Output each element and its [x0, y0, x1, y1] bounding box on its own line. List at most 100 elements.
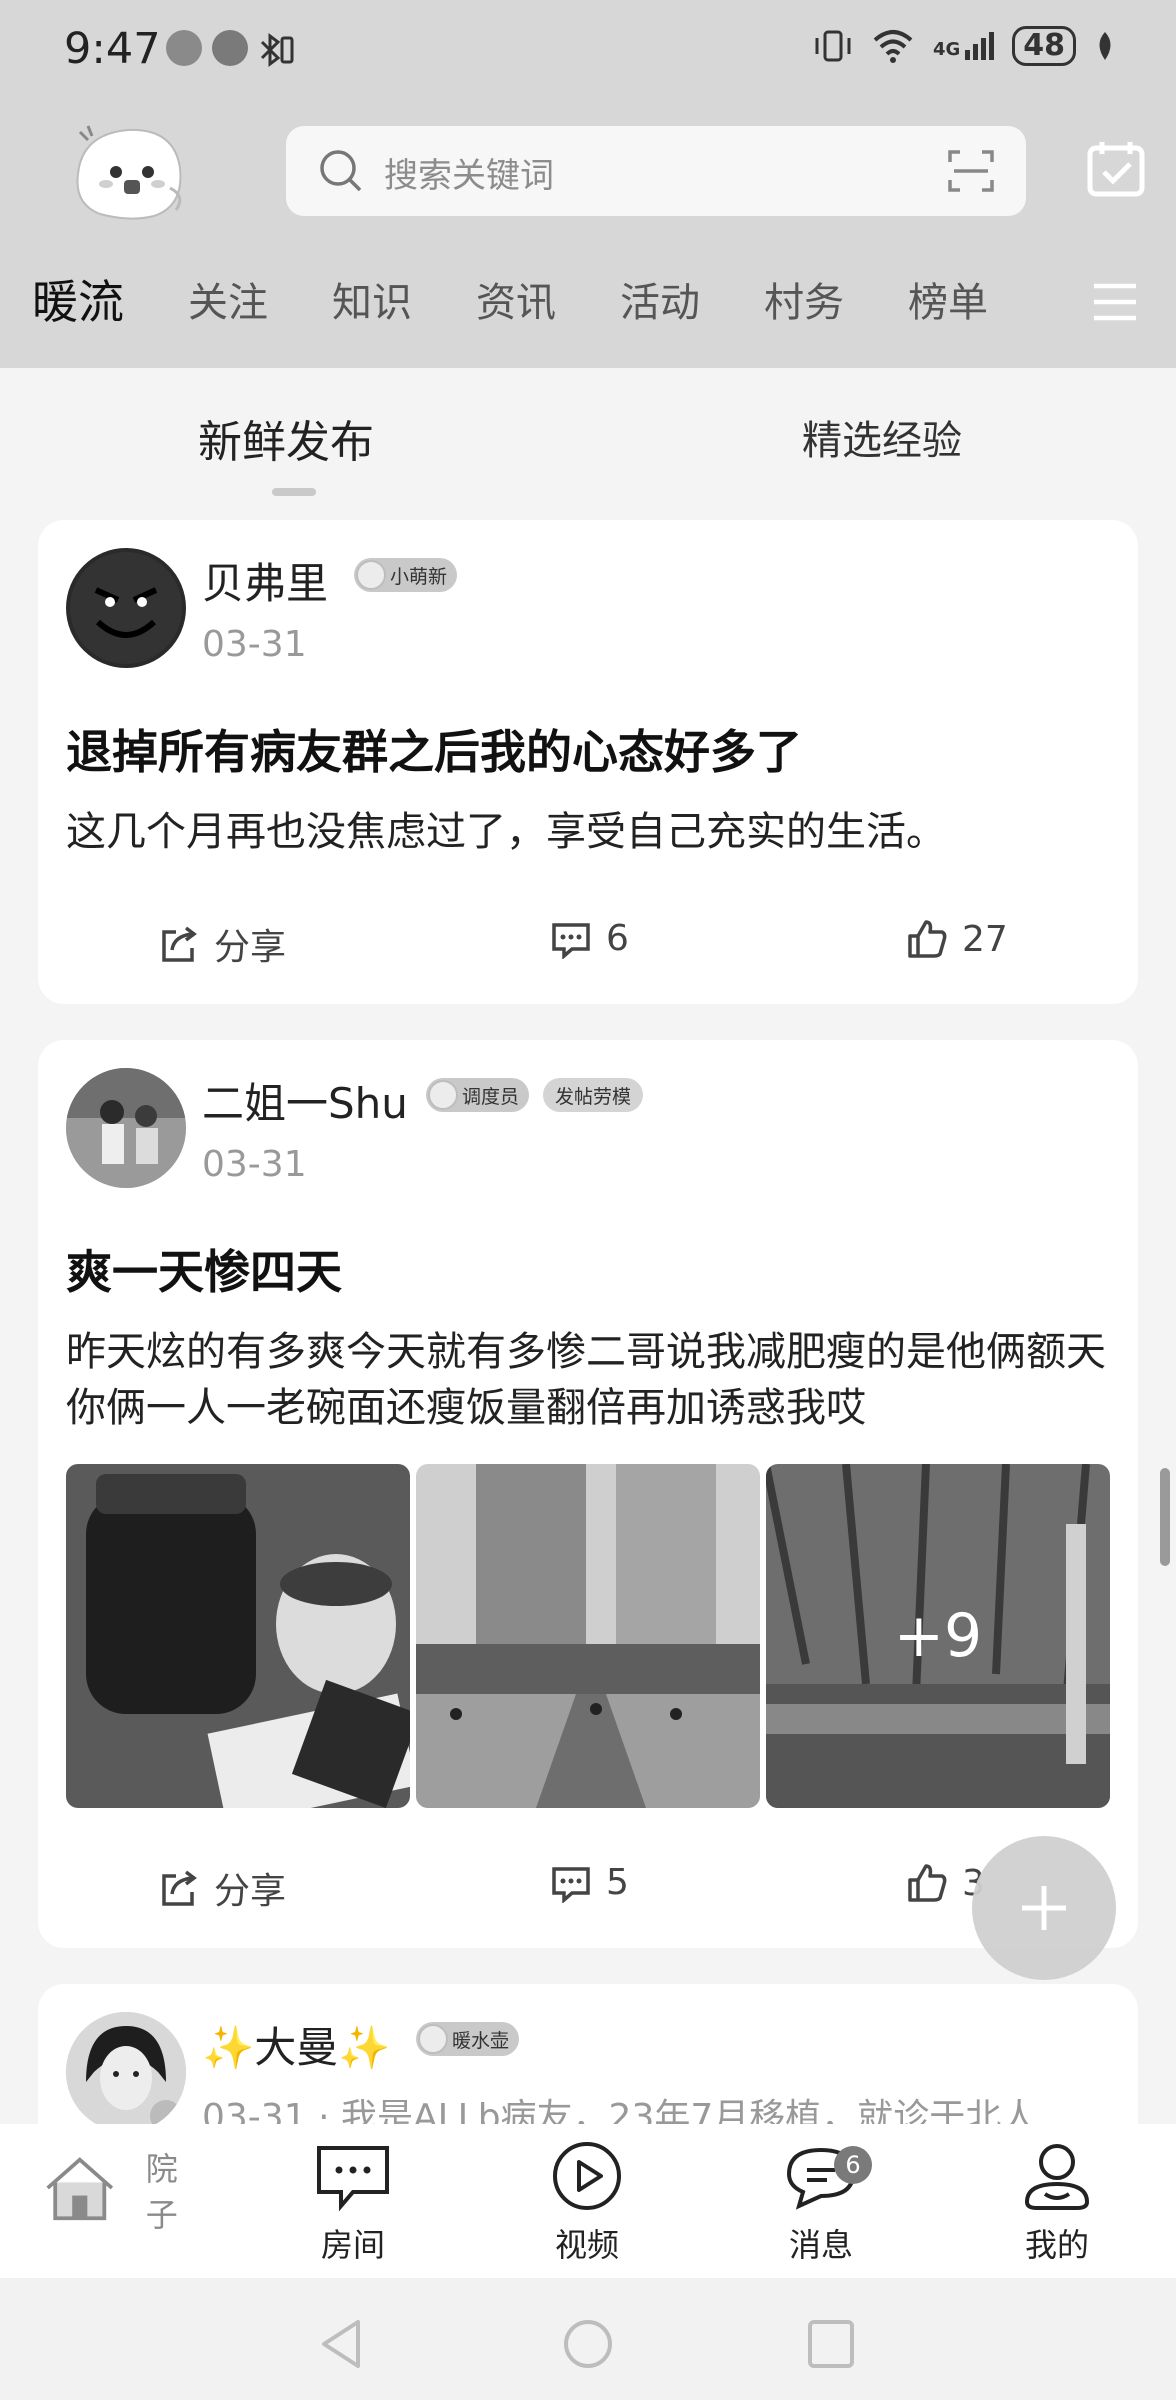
status-right: 4G 48 — [813, 26, 1116, 66]
role-badge: 暖水壶 — [416, 2022, 520, 2056]
subtab-featured[interactable]: 精选经验 — [802, 408, 962, 466]
share-label: 分享 — [214, 927, 287, 968]
tab-nuanliu[interactable]: 暖流 — [32, 266, 124, 332]
like-button[interactable]: 27 — [906, 918, 1008, 960]
post-image-more[interactable]: +9 — [766, 1464, 1110, 1808]
notification-app-icon — [166, 30, 202, 66]
level-badge: 小萌新 — [354, 558, 458, 592]
tab-cunwu[interactable]: 村务 — [764, 270, 844, 328]
status-time: 9:47 — [64, 24, 161, 74]
bank-app-icon — [212, 30, 248, 66]
app-root: { "status_bar": {"time": "9:47", "batter… — [0, 0, 1176, 2400]
tab-huodong[interactable]: 活动 — [620, 270, 700, 328]
comment-icon — [552, 1866, 590, 1903]
nav-messages[interactable]: 6 消息 — [746, 2140, 896, 2266]
nav-yard[interactable]: 院子 — [42, 2140, 192, 2236]
nav-video[interactable]: 视频 — [512, 2140, 662, 2266]
badge-label: 调度员 — [462, 1085, 520, 1108]
wifi-icon — [873, 30, 913, 63]
share-label: 分享 — [214, 1871, 287, 1912]
author-badges: 暖水壶 — [416, 2022, 520, 2056]
nav-label: 我的 — [1024, 2226, 1089, 2264]
feed-subtabs: 新鲜发布 精选经验 — [0, 368, 1176, 498]
battery-level: 48 — [1012, 26, 1076, 66]
home-circle-icon[interactable] — [562, 2318, 614, 2370]
badge-label: 小萌新 — [390, 565, 448, 588]
bluetooth-icon — [254, 30, 294, 67]
badge-label: 暖水壶 — [452, 2029, 510, 2052]
mascot-logo[interactable] — [70, 118, 188, 226]
nav-room[interactable]: 房间 — [278, 2140, 428, 2266]
avatar[interactable] — [66, 2012, 186, 2132]
chat-room-icon — [317, 2146, 389, 2212]
scan-icon[interactable] — [946, 146, 996, 196]
share-button[interactable]: 分享 — [158, 1862, 286, 1914]
scrollbar-thumb[interactable] — [1160, 1468, 1170, 1566]
network-type: 4G — [932, 39, 961, 60]
nav-label: 院子 — [145, 2150, 178, 2234]
post-image[interactable] — [66, 1464, 410, 1808]
comment-count: 5 — [606, 1862, 629, 1903]
post-body[interactable]: 这几个月再也没焦虑过了，享受自己充实的生活。 — [66, 804, 1106, 860]
post-image[interactable] — [416, 1464, 760, 1808]
badge-label: 发帖劳模 — [555, 1085, 632, 1108]
post-date: 03-31 — [202, 1144, 307, 1185]
plus-icon — [1022, 1886, 1066, 1930]
post-title[interactable]: 退掉所有病友群之后我的心态好多了 — [66, 716, 802, 782]
back-icon[interactable] — [318, 2318, 364, 2370]
subtab-new[interactable]: 新鲜发布 — [198, 406, 374, 470]
author-badges: 小萌新 — [354, 558, 458, 592]
recents-icon[interactable] — [806, 2318, 856, 2370]
author-name[interactable]: ✨大曼✨ — [202, 2014, 391, 2075]
vibrate-icon — [815, 30, 851, 62]
badge-icon — [418, 2024, 448, 2054]
calendar-check-icon[interactable] — [1086, 138, 1146, 198]
leaf-icon — [1099, 32, 1111, 60]
signal-icon: 4G — [932, 32, 995, 60]
comment-count: 6 — [606, 918, 629, 959]
post-title[interactable]: 爽一天惨四天 — [66, 1236, 342, 1302]
like-count: 27 — [962, 918, 1008, 960]
search-placeholder: 搜索关键词 — [384, 156, 554, 196]
comment-button[interactable]: 5 — [550, 1862, 629, 1903]
role-badge: 调度员 — [426, 1078, 530, 1112]
nav-label: 视频 — [554, 2226, 619, 2264]
author-name[interactable]: 贝弗里 — [202, 550, 328, 611]
tab-bangdan[interactable]: 榜单 — [908, 270, 988, 328]
post-card[interactable]: 二姐一Shu 调度员 发帖劳模 03-31 爽一天惨四天 昨天炫的有多爽今天就有… — [38, 1040, 1138, 1948]
avatar[interactable] — [66, 1068, 186, 1188]
share-button[interactable]: 分享 — [158, 918, 286, 970]
tab-guanzhu[interactable]: 关注 — [188, 270, 268, 328]
nav-profile[interactable]: 我的 — [982, 2140, 1132, 2266]
achievement-badge: 发帖劳模 — [543, 1078, 644, 1112]
author-name[interactable]: 二姐一Shu — [202, 1070, 408, 1131]
share-icon — [162, 1870, 197, 1906]
tab-zixun[interactable]: 资讯 — [476, 270, 556, 328]
more-images-count: +9 — [893, 1601, 983, 1671]
bottom-nav: 院子 房间 视频 6 消息 我的 — [0, 2124, 1176, 2278]
badge-icon — [428, 1080, 458, 1110]
system-nav-bar — [0, 2278, 1176, 2400]
author-badges: 调度员 发帖劳模 — [426, 1078, 644, 1112]
comment-button[interactable]: 6 — [550, 918, 629, 959]
search-icon — [320, 150, 362, 192]
category-tabs: 暖流 关注 知识 资讯 活动 村务 榜单 — [0, 270, 1176, 340]
post-actions: 分享 6 27 — [38, 918, 1138, 978]
house-icon — [46, 2157, 114, 2221]
profile-icon — [1024, 2144, 1090, 2210]
unread-badge: 6 — [834, 2146, 872, 2184]
play-icon — [553, 2142, 621, 2210]
share-icon — [162, 926, 197, 962]
menu-icon[interactable] — [1092, 282, 1138, 322]
nav-label: 房间 — [320, 2226, 385, 2264]
create-post-button[interactable] — [972, 1836, 1116, 1980]
avatar[interactable] — [66, 548, 186, 668]
comment-icon — [552, 922, 590, 959]
post-card[interactable]: 贝弗里 小萌新 03-31 退掉所有病友群之后我的心态好多了 这几个月再也没焦虑… — [38, 520, 1138, 1004]
subtab-indicator — [272, 488, 316, 496]
post-date: 03-31 — [202, 624, 307, 665]
tab-zhishi[interactable]: 知识 — [332, 270, 412, 328]
search-bar[interactable]: 搜索关键词 — [286, 126, 1026, 216]
post-body[interactable]: 昨天炫的有多爽今天就有多惨二哥说我减肥瘦的是他俩额天你俩一人一老碗面还瘦饭量翻倍… — [66, 1324, 1106, 1436]
header: 9:47 4G 48 搜索关键词 暖流 关注 知识 资讯 活动 村务 榜单 — [0, 0, 1176, 368]
